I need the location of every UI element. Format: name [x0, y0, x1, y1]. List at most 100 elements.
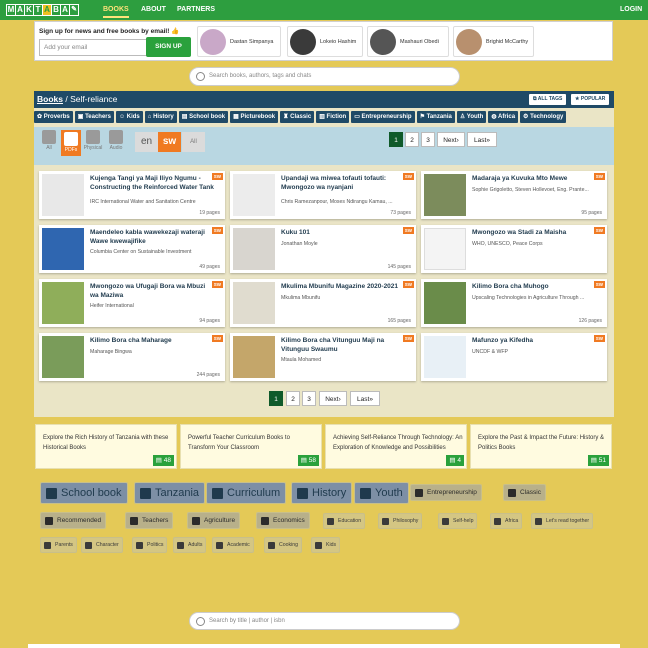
book-author: Jonathan Moyle	[281, 241, 318, 247]
tag-classic[interactable]: Classic	[503, 484, 546, 501]
tab-teachers[interactable]: ▣ Teachers	[74, 111, 114, 123]
signup-button[interactable]: SIGN UP	[146, 37, 191, 57]
tag-character[interactable]: Character	[81, 537, 123, 553]
tab-school-book[interactable]: ▤ School book	[178, 111, 229, 123]
tab-technology[interactable]: ⚙ Technology	[520, 111, 567, 123]
search-icon	[196, 617, 205, 626]
language-badge: SW	[593, 335, 605, 342]
tab-entrepreneurship[interactable]: ▭ Entrepreneurship	[351, 111, 415, 123]
book-author: Sophie Grigoletto, Steven Hollevoet, Eng…	[472, 187, 589, 193]
page-3[interactable]: 3	[421, 132, 435, 147]
tab-label: Entrepreneurship	[361, 114, 412, 120]
tag-lets-read-together[interactable]: Let's read together	[531, 513, 594, 529]
speech-icon	[382, 517, 389, 525]
popular-button[interactable]: ★ POPULAR	[571, 94, 610, 105]
tab-tanzania[interactable]: ⚑ Tanzania	[416, 111, 455, 123]
tag-history[interactable]: History	[291, 482, 353, 504]
tag-tanzania[interactable]: Tanzania	[134, 482, 206, 504]
book-author: IRC International Water and Sanitation C…	[90, 199, 196, 205]
tag-teachers[interactable]: Teachers	[125, 512, 174, 529]
tag-philosophy[interactable]: Philosophy	[378, 513, 423, 529]
nav-partners[interactable]: PARTNERS	[177, 6, 215, 13]
search-input[interactable]: Search books, authors, tags and chats	[189, 67, 460, 86]
search-placeholder: Search by title | author | isbn	[209, 618, 285, 624]
thumbs-up-icon: 👍	[171, 28, 180, 35]
tab-africa[interactable]: ◍ Africa	[488, 111, 519, 123]
tab-classic[interactable]: ♜ Classic	[280, 111, 315, 123]
tag-curriculum[interactable]: Curriculum	[206, 482, 287, 504]
footer-search-input[interactable]: Search by title | author | isbn	[189, 612, 460, 630]
featured-person[interactable]: Mashauri Obedi	[367, 26, 449, 57]
book-pages: 73 pages	[390, 210, 411, 216]
breadcrumb-root[interactable]: Books	[37, 94, 63, 104]
tag-agriculture[interactable]: Agriculture	[187, 512, 241, 529]
tag-entrepreneurship[interactable]: Entrepreneurship	[410, 484, 482, 501]
book-card[interactable]: Kilimo Bora cha Vitunguu Maji na Vitungu…	[230, 333, 416, 381]
nav-login[interactable]: LOGIN	[620, 6, 642, 13]
tag-cooking[interactable]: Cooking	[264, 537, 303, 553]
tag-economics[interactable]: Economics	[256, 512, 310, 529]
book-card[interactable]: Kujenga Tangi ya Maji Iliyo Ngumu - Cons…	[39, 171, 225, 219]
collection-card[interactable]: Explore the Past & Impact the Future: Hi…	[470, 424, 612, 469]
book-card[interactable]: Kilimo Bora cha Maharage Maharage Bingwa…	[39, 333, 225, 381]
page-2[interactable]: 2	[405, 132, 419, 147]
tag-politics[interactable]: Politics	[132, 537, 168, 553]
format-all[interactable]: All	[39, 130, 59, 151]
book-card[interactable]: Mkulima Mbunifu Magazine 2020-2021 Mkuli…	[230, 279, 416, 327]
book-title: Mwongozo wa Ufugaji Bora wa Mbuzi wa Maz…	[90, 283, 206, 299]
book-card[interactable]: Kuku 101 Jonathan Moyle 145 pages SW	[230, 225, 416, 273]
tag-education[interactable]: Education	[323, 513, 366, 529]
language-sw[interactable]: sw	[158, 132, 181, 152]
tab-kids[interactable]: ☺ Kids	[115, 111, 143, 123]
language-badge: SW	[211, 335, 223, 342]
tag-youth[interactable]: Youth	[354, 482, 409, 504]
tag-kids[interactable]: Kids	[311, 537, 341, 553]
book-card[interactable]: Maendeleo kabla wawekezaji wateraji Wawe…	[39, 225, 225, 273]
book-card[interactable]: Madaraja ya Kuvuka Mto Mewe Sophie Grigo…	[421, 171, 607, 219]
tab-youth[interactable]: ♙ Youth	[456, 111, 487, 123]
nav-books[interactable]: BOOKS	[103, 6, 129, 18]
page-1[interactable]: 1	[389, 132, 403, 147]
format-audio[interactable]: Audio	[106, 130, 126, 151]
last-page-button[interactable]: Last»	[350, 391, 380, 406]
book-card[interactable]: Mwongozo wa Stadi za Maisha WHO, UNESCO,…	[421, 225, 607, 273]
tab-proverbs[interactable]: ✿ Proverbs	[34, 111, 73, 123]
tag-recommended[interactable]: Recommended	[40, 512, 107, 529]
featured-person[interactable]: Dastan Simpanya	[197, 26, 281, 57]
next-page-button[interactable]: Next›	[319, 391, 347, 406]
next-page-button[interactable]: Next›	[437, 132, 465, 147]
language-en[interactable]: en	[135, 132, 158, 152]
tag-academic[interactable]: Academic	[212, 537, 254, 553]
format-physical[interactable]: Physical	[83, 130, 103, 151]
collection-card[interactable]: Powerful Teacher Curriculum Books to Tra…	[180, 424, 322, 469]
book-card[interactable]: Upandaji wa miwea tofauti tofauti: Mwong…	[230, 171, 416, 219]
collection-card[interactable]: Explore the Rich History of Tanzania wit…	[35, 424, 177, 469]
tag-label: Adults	[188, 542, 203, 548]
page-1[interactable]: 1	[269, 391, 283, 406]
makataba-logo[interactable]: M A K T A B A ✎	[6, 4, 79, 16]
book-card[interactable]: Mwongozo wa Ufugaji Bora wa Mbuzi wa Maz…	[39, 279, 225, 327]
category-bar: ✿ Proverbs ▣ Teachers ☺ Kids ⌂ History ▤…	[34, 111, 614, 124]
book-card[interactable]: Mafunzo ya Kifedha UNCDF & WFP SW	[421, 333, 607, 381]
tab-picturebook[interactable]: ▦ Picturebook	[230, 111, 279, 123]
featured-person[interactable]: Brighid McCarthy	[453, 26, 534, 57]
tag-parents[interactable]: Parents	[40, 537, 77, 553]
collection-card[interactable]: Achieving Self-Reliance Through Technolo…	[325, 424, 467, 469]
tab-history[interactable]: ⌂ History	[144, 111, 177, 123]
nav-about[interactable]: ABOUT	[141, 6, 166, 13]
featured-person[interactable]: Lokeio Hashim	[287, 26, 363, 57]
pot-icon	[268, 541, 275, 549]
language-all[interactable]: All	[182, 132, 205, 152]
last-page-button[interactable]: Last»	[467, 132, 497, 147]
all-tags-button[interactable]: ⧉ ALL TAGS	[529, 94, 567, 105]
tag-africa[interactable]: Africa	[490, 513, 523, 529]
page-3[interactable]: 3	[302, 391, 316, 406]
tab-fiction[interactable]: ▥ Fiction	[316, 111, 350, 123]
book-card[interactable]: Kilimo Bora cha Muhogo Upscaling Technol…	[421, 279, 607, 327]
tag-self-help[interactable]: Self-help	[438, 513, 478, 529]
format-pdfs[interactable]: PDFs	[61, 130, 81, 156]
tag-adults[interactable]: Adults	[173, 537, 207, 553]
tag-label: Philosophy	[393, 518, 419, 524]
page-2[interactable]: 2	[286, 391, 300, 406]
tag-school-book[interactable]: School book	[40, 482, 128, 504]
